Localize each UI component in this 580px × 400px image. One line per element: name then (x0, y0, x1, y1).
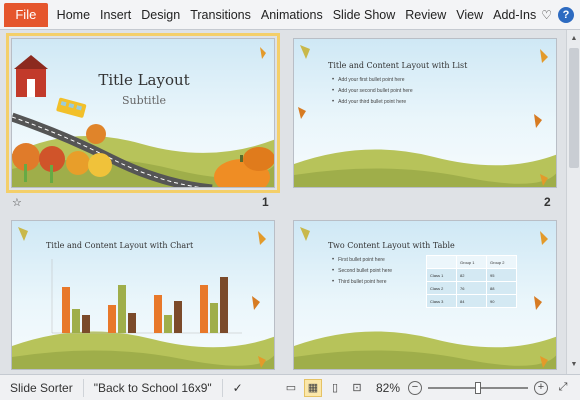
chart-group-3 (154, 295, 182, 333)
list-item: First bullet point here (332, 257, 392, 263)
scroll-up-icon[interactable]: ▲ (569, 34, 579, 44)
table-row: Class 1 82 95 (426, 268, 517, 282)
chart-group-4 (200, 277, 228, 333)
zoom-slider[interactable] (428, 381, 528, 395)
slide-thumbnail-3[interactable]: Title and Content Layout with Chart (11, 220, 275, 370)
zoom-in-icon[interactable]: + (534, 380, 548, 395)
slide-sorter-pane: Title Layout Subtitle ☆ 1 Title and Cont… (0, 30, 566, 374)
list-item: Add your second bullet point here (332, 88, 413, 94)
tab-transitions[interactable]: Transitions (185, 8, 256, 22)
slide-thumbnail-4[interactable]: Two Content Layout with Table First bull… (293, 220, 557, 370)
transition-star-icon: ☆ (12, 197, 22, 209)
slide-sorter-view-icon[interactable]: ▦ (303, 378, 322, 397)
chart-group-2 (108, 285, 136, 333)
fit-to-window-icon[interactable]: ⤢ (554, 379, 572, 397)
table-row: Class 3 84 90 (426, 294, 517, 308)
slide-3-title: Title and Content Layout with Chart (46, 241, 194, 250)
scroll-down-icon[interactable]: ▼ (569, 360, 579, 370)
view-name: Slide Sorter (0, 378, 84, 397)
slide-1-subtitle: Subtitle (121, 94, 167, 107)
list-item: Second bullet point here (332, 268, 392, 274)
ribbon-tabs: File Home Insert Design Transitions Anim… (0, 0, 580, 30)
slide-2-title: Title and Content Layout with List (328, 61, 468, 70)
list-item: Third bullet point here (332, 279, 392, 285)
slide-thumbnail-2[interactable]: Title and Content Layout with List Add y… (293, 38, 557, 188)
theme-name[interactable]: "Back to School 16x9" (84, 378, 223, 397)
slide-1-title: Title Layout (98, 71, 190, 89)
slide-4-bullets: First bullet point here Second bullet po… (332, 257, 392, 290)
normal-view-icon[interactable]: ▭ (282, 379, 300, 397)
file-tab[interactable]: File (4, 2, 48, 27)
slide-4-title: Two Content Layout with Table (328, 241, 455, 250)
list-item: Add your third bullet point here (332, 99, 413, 105)
status-bar: Slide Sorter "Back to School 16x9" ✓ ▭ ▦… (0, 374, 580, 400)
help-icon[interactable]: ? (558, 6, 574, 23)
zoom-out-icon[interactable]: − (408, 380, 422, 395)
tab-design[interactable]: Design (136, 8, 185, 22)
slide-number-2: 2 (544, 195, 551, 209)
table-row: Class 2 76 88 (426, 281, 517, 295)
zoom-slider-knob[interactable] (475, 381, 481, 394)
slide-show-view-icon[interactable]: ⊡ (348, 379, 366, 397)
tab-home[interactable]: Home (52, 8, 95, 22)
tab-slide-show[interactable]: Slide Show (328, 8, 401, 22)
list-item: Add your first bullet point here (332, 77, 413, 83)
zoom-level[interactable]: 82% (376, 381, 400, 395)
slide-3-mini-chart (51, 259, 242, 334)
vertical-scrollbar[interactable]: ▲ ▼ (566, 30, 580, 374)
tab-add-ins[interactable]: Add-Ins (488, 8, 541, 22)
table-row: Group 1 Group 2 (426, 255, 517, 269)
scroll-thumb[interactable] (569, 48, 579, 168)
tab-animations[interactable]: Animations (256, 8, 328, 22)
chart-group-1 (62, 287, 90, 333)
spelling-check-icon[interactable]: ✓ (223, 379, 253, 397)
tab-view[interactable]: View (451, 8, 488, 22)
minimize-ribbon-icon[interactable]: ♡ (541, 8, 552, 22)
tab-insert[interactable]: Insert (95, 8, 136, 22)
slide-number-1: 1 (262, 195, 269, 209)
reading-view-icon[interactable]: ▯ (326, 379, 344, 397)
tab-review[interactable]: Review (400, 8, 451, 22)
slide-1-artwork (12, 47, 274, 187)
slide-2-bullets: Add your first bullet point here Add you… (332, 77, 413, 110)
slide-thumbnail-1[interactable]: Title Layout Subtitle (6, 33, 280, 193)
slide-4-table: Group 1 Group 2 Class 1 82 95 Class 2 76 88 C… (426, 255, 517, 308)
